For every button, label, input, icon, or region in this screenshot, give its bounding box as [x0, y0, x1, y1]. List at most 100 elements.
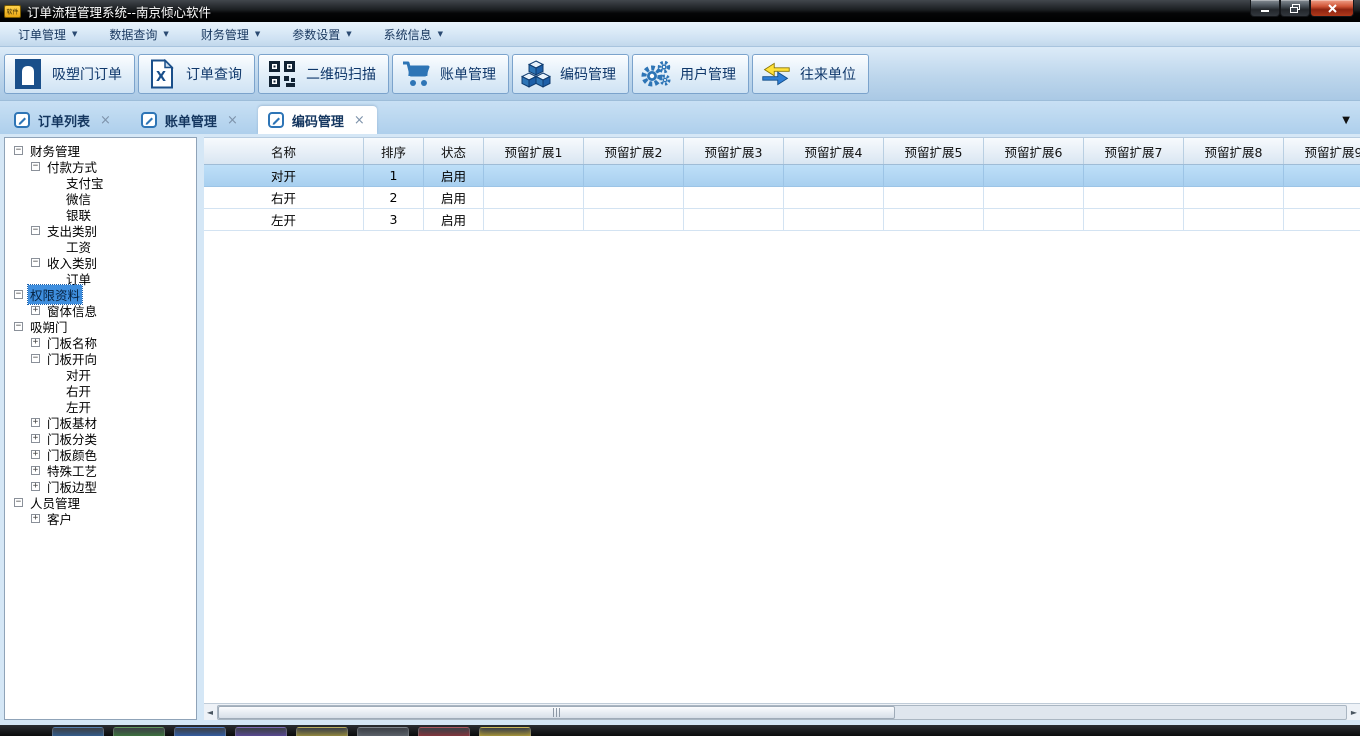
- table-cell: 对开: [204, 165, 364, 187]
- collapse-icon[interactable]: −: [31, 258, 40, 267]
- expand-icon[interactable]: +: [31, 434, 40, 443]
- column-header-8[interactable]: 预留扩展5: [884, 138, 984, 164]
- toolbar-button-3[interactable]: 二维码扫描: [258, 54, 389, 94]
- expand-icon[interactable]: +: [31, 418, 40, 427]
- scroll-left-arrow[interactable]: ◄: [204, 708, 216, 717]
- tree-item-5[interactable]: 银联: [5, 206, 196, 222]
- scroll-right-arrow[interactable]: ►: [1348, 708, 1360, 717]
- menu-item-label: 财务管理: [201, 26, 249, 43]
- collapse-icon[interactable]: −: [14, 498, 23, 507]
- collapse-icon[interactable]: −: [14, 322, 23, 331]
- column-header-6[interactable]: 预留扩展3: [684, 138, 784, 164]
- column-header-1[interactable]: 名称: [204, 138, 364, 164]
- collapse-icon[interactable]: −: [31, 354, 40, 363]
- red-app-icon[interactable]: [418, 727, 470, 736]
- yellow-app-icon[interactable]: [296, 727, 348, 736]
- tab-close-icon[interactable]: ×: [225, 113, 240, 128]
- document-x-icon: X: [147, 58, 177, 90]
- column-header-12[interactable]: 预留扩展9: [1284, 138, 1360, 164]
- toolbar-button-5[interactable]: 编码管理: [512, 54, 629, 94]
- tree-item-3[interactable]: 支付宝: [5, 174, 196, 190]
- expand-icon[interactable]: +: [31, 482, 40, 491]
- tree-item-23[interactable]: −人员管理: [5, 494, 196, 510]
- scrollbar-track[interactable]: [217, 705, 1347, 720]
- table-cell: [784, 165, 884, 187]
- tree-item-18[interactable]: +门板基材: [5, 414, 196, 430]
- tree-item-6[interactable]: −支出类别: [5, 222, 196, 238]
- tree-item-19[interactable]: +门板分类: [5, 430, 196, 446]
- menu-item-4[interactable]: 参数设置▼: [282, 23, 361, 46]
- edit-tab-icon: [14, 112, 30, 128]
- table-row-1[interactable]: 对开1启用: [204, 165, 1360, 187]
- tree-item-16[interactable]: 右开: [5, 382, 196, 398]
- expand-icon[interactable]: +: [31, 338, 40, 347]
- column-header-11[interactable]: 预留扩展8: [1184, 138, 1284, 164]
- restore-button[interactable]: [1280, 0, 1310, 17]
- tab-overflow-arrow[interactable]: ▼: [1342, 115, 1350, 126]
- table-cell: [1084, 209, 1184, 231]
- tree-item-20[interactable]: +门板颜色: [5, 446, 196, 462]
- gray-app-icon[interactable]: [357, 727, 409, 736]
- table-row-3[interactable]: 左开3启用: [204, 209, 1360, 231]
- toolbar-button-1[interactable]: 吸塑门订单: [4, 54, 135, 94]
- menu-item-5[interactable]: 系统信息▼: [374, 23, 453, 46]
- table-cell: [1284, 209, 1360, 231]
- tab-close-icon[interactable]: ×: [98, 113, 113, 128]
- tree-item-7[interactable]: 工资: [5, 238, 196, 254]
- collapse-icon[interactable]: −: [31, 162, 40, 171]
- tree-item-24[interactable]: +客户: [5, 510, 196, 526]
- column-header-7[interactable]: 预留扩展4: [784, 138, 884, 164]
- column-header-2[interactable]: 排序: [364, 138, 424, 164]
- tree-item-1[interactable]: −财务管理: [5, 142, 196, 158]
- chevron-down-icon: ▼: [438, 30, 443, 38]
- collapse-icon[interactable]: −: [14, 146, 23, 155]
- column-header-10[interactable]: 预留扩展7: [1084, 138, 1184, 164]
- tab-1[interactable]: 订单列表×: [4, 106, 123, 134]
- minimize-button[interactable]: [1250, 0, 1280, 17]
- column-header-4[interactable]: 预留扩展1: [484, 138, 584, 164]
- tab-close-icon[interactable]: ×: [352, 113, 367, 128]
- tree-item-17[interactable]: 左开: [5, 398, 196, 414]
- column-header-9[interactable]: 预留扩展6: [984, 138, 1084, 164]
- tab-2[interactable]: 账单管理×: [131, 106, 250, 134]
- tree-item-21[interactable]: +特殊工艺: [5, 462, 196, 478]
- table-body: 对开1启用右开2启用左开3启用: [204, 165, 1360, 231]
- blue-app-icon[interactable]: [174, 727, 226, 736]
- toolbar-button-4[interactable]: 账单管理: [392, 54, 509, 94]
- expand-icon[interactable]: +: [31, 466, 40, 475]
- green-app-icon[interactable]: [113, 727, 165, 736]
- toolbar-button-2[interactable]: X订单查询: [138, 54, 255, 94]
- tab-3[interactable]: 编码管理×: [258, 106, 377, 134]
- tree-item-10[interactable]: −权限资料: [5, 286, 196, 302]
- tree-item-12[interactable]: −吸朔门: [5, 318, 196, 334]
- menu-item-2[interactable]: 数据查询▼: [99, 23, 178, 46]
- scrollbar-thumb[interactable]: [218, 706, 895, 719]
- expand-icon[interactable]: +: [31, 514, 40, 523]
- table-cell: [684, 187, 784, 209]
- start-orb-icon[interactable]: [52, 727, 104, 736]
- toolbar-button-label: 往来单位: [800, 64, 856, 84]
- expand-icon[interactable]: +: [31, 450, 40, 459]
- expand-icon[interactable]: +: [31, 306, 40, 315]
- close-button[interactable]: [1310, 0, 1354, 17]
- yellow-folder-icon[interactable]: [479, 727, 531, 736]
- collapse-icon[interactable]: −: [31, 226, 40, 235]
- tree-item-15[interactable]: 对开: [5, 366, 196, 382]
- toolbar-button-6[interactable]: 用户管理: [632, 54, 749, 94]
- menu-item-3[interactable]: 财务管理▼: [191, 23, 270, 46]
- tree-item-13[interactable]: +门板名称: [5, 334, 196, 350]
- collapse-icon[interactable]: −: [14, 290, 23, 299]
- tree-item-4[interactable]: 微信: [5, 190, 196, 206]
- toolbar-button-7[interactable]: 往来单位: [752, 54, 869, 94]
- table-cell: [884, 209, 984, 231]
- table-row-2[interactable]: 右开2启用: [204, 187, 1360, 209]
- purple-app-icon[interactable]: [235, 727, 287, 736]
- toolbar-button-label: 吸塑门订单: [52, 64, 122, 84]
- tree-item-14[interactable]: −门板开向: [5, 350, 196, 366]
- menu-item-1[interactable]: 订单管理▼: [8, 23, 87, 46]
- qr-code-icon: [267, 58, 297, 90]
- tree-item-8[interactable]: −收入类别: [5, 254, 196, 270]
- svg-text:X: X: [156, 70, 166, 85]
- column-header-5[interactable]: 预留扩展2: [584, 138, 684, 164]
- column-header-3[interactable]: 状态: [424, 138, 484, 164]
